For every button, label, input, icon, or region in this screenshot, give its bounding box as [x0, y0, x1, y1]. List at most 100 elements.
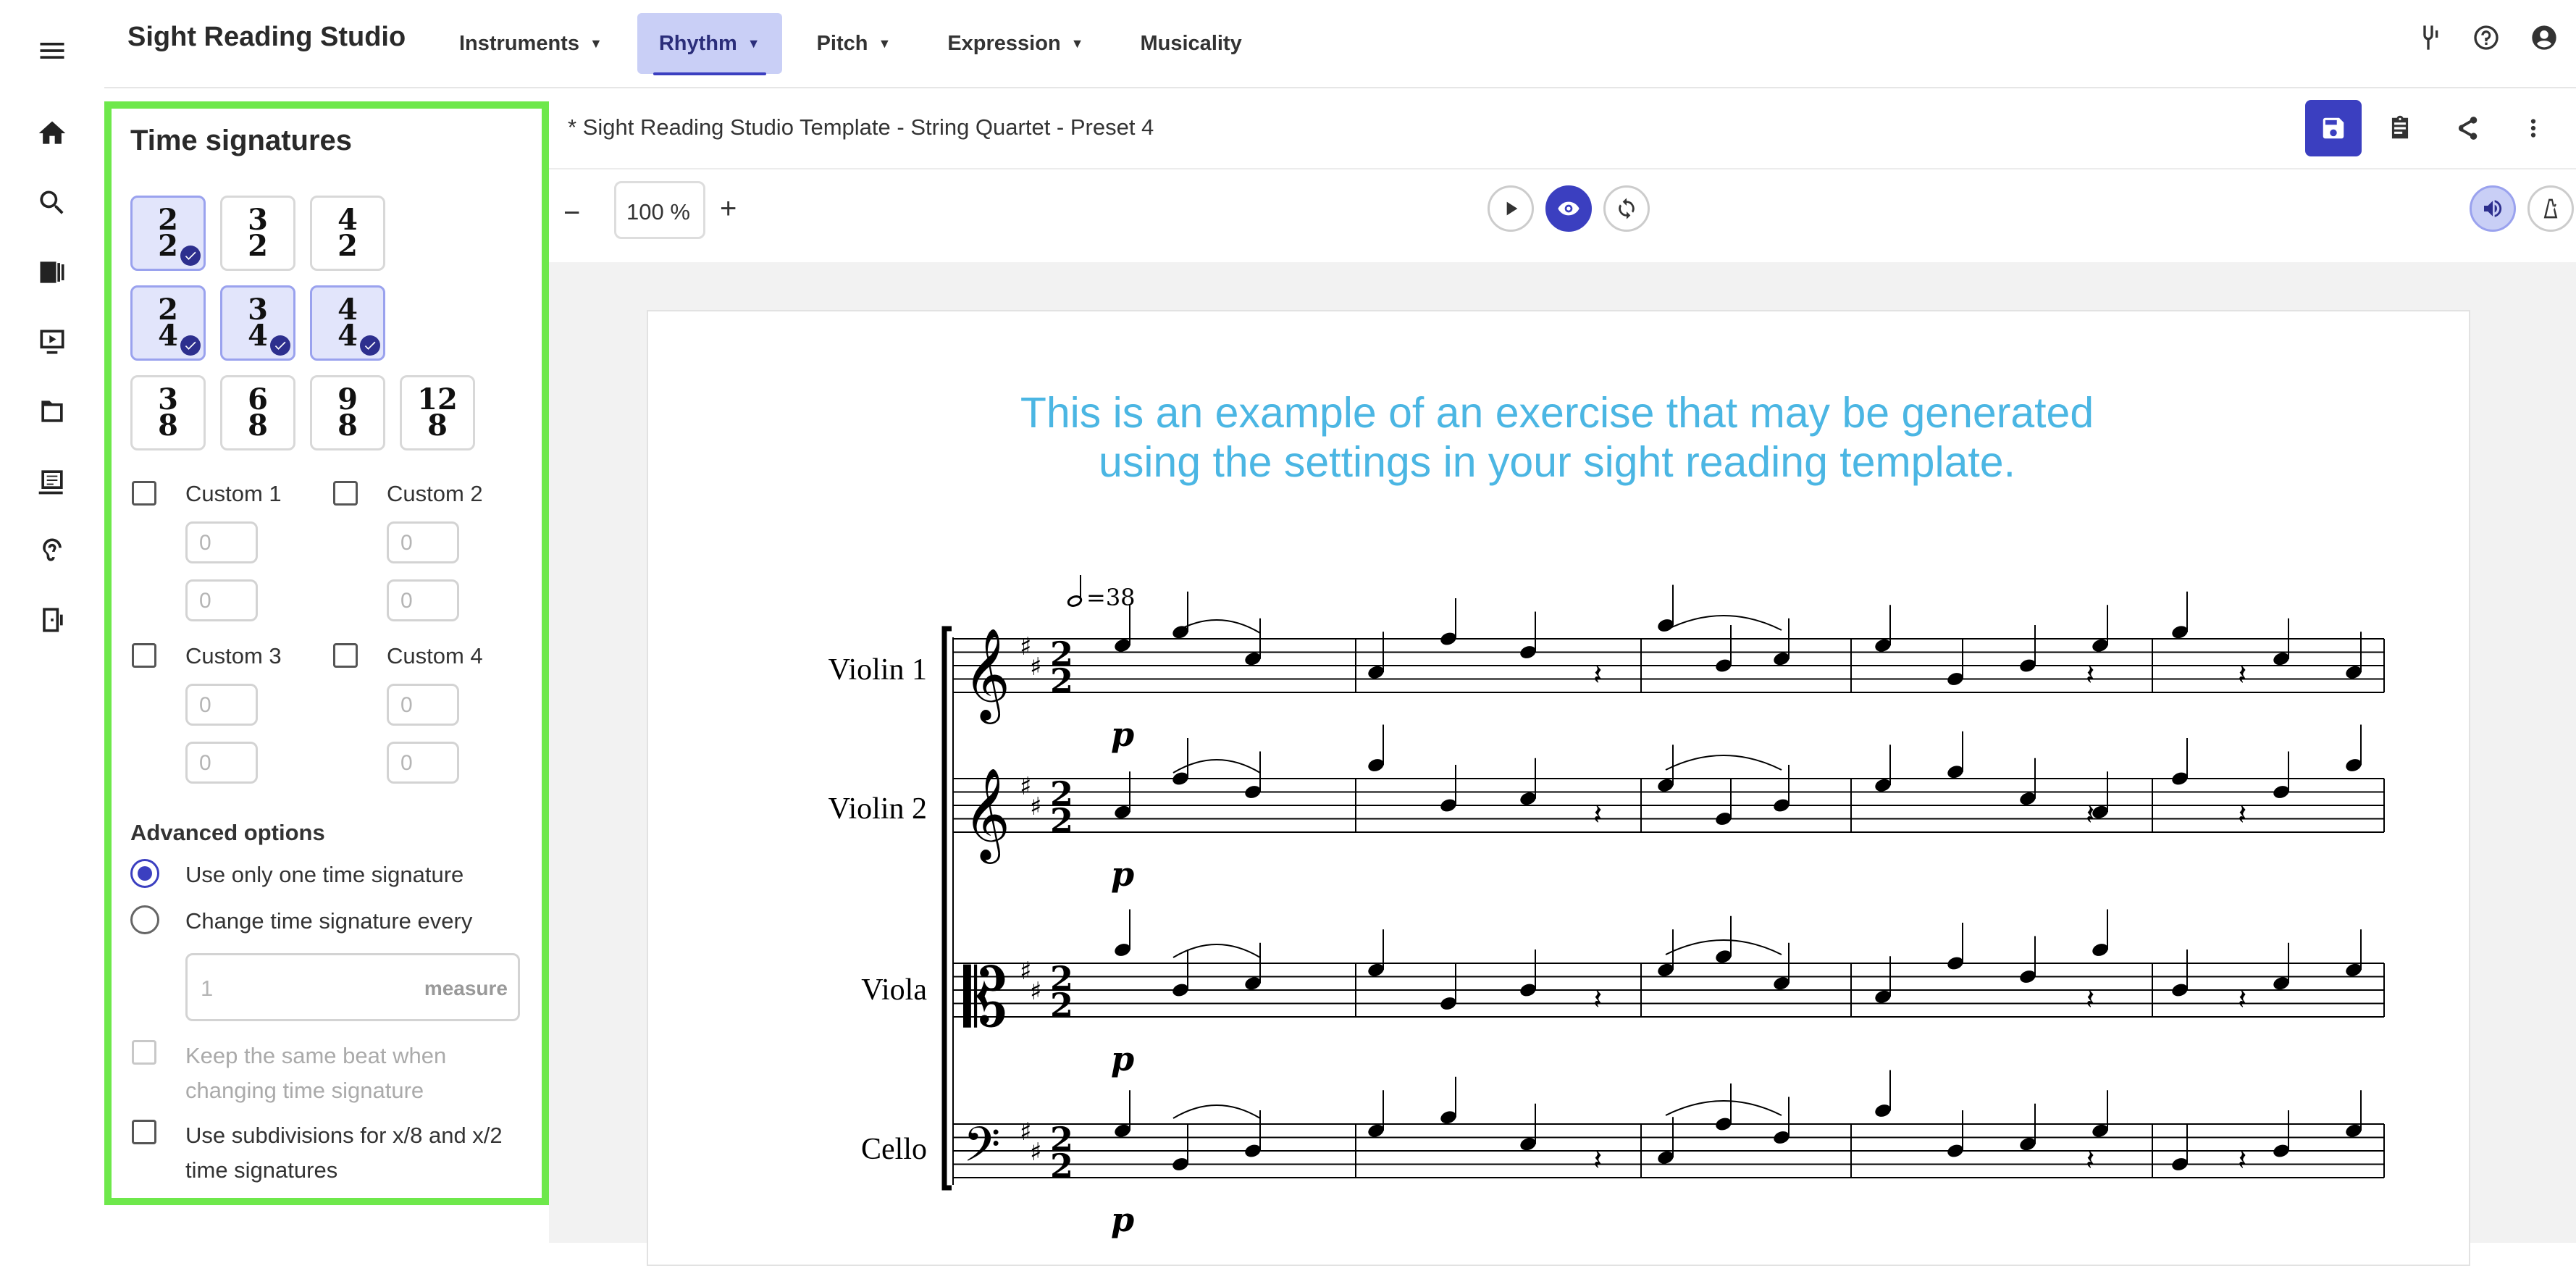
staves [952, 638, 2385, 1178]
change-time-signature-radio[interactable] [130, 905, 159, 934]
time-signature-bottom: 2 [1050, 661, 1073, 700]
one-time-signature-radio[interactable] [130, 859, 159, 888]
clipboard-button[interactable] [2372, 100, 2428, 156]
custom-2-label: Custom 2 [387, 481, 483, 506]
account-icon[interactable] [2530, 23, 2559, 52]
nav-pitch[interactable]: Pitch ▼ [795, 13, 913, 74]
keep-beat-label: Keep the same beat when changing time si… [185, 1043, 447, 1103]
time-signature-9-8[interactable]: 98 [310, 375, 385, 450]
time-signature-bottom: 2 [1050, 801, 1073, 840]
time-signature-bottom: 2 [1050, 1146, 1073, 1186]
custom-2-checkbox[interactable] [333, 481, 358, 506]
caret-down-icon: ▼ [589, 35, 603, 51]
quarter-rest: 𝄽 [2238, 658, 2246, 692]
custom-1-checkbox[interactable] [132, 481, 156, 506]
subdivisions-label: Use subdivisions for x/8 and x/2 time si… [185, 1123, 503, 1183]
change-time-signature-label: Change time signature every [185, 908, 473, 934]
hamburger-menu-icon[interactable] [35, 33, 70, 68]
time-signature-3-8[interactable]: 38 [130, 375, 206, 450]
save-button[interactable] [2305, 100, 2362, 156]
keep-beat-checkbox[interactable] [132, 1040, 156, 1065]
search-icon[interactable] [35, 185, 70, 220]
custom-1-bottom-input[interactable]: 0 [185, 579, 258, 621]
time-signature-4-4[interactable]: 44 [310, 285, 385, 361]
instrument-violin-1: Violin 1 [828, 653, 927, 687]
clef: 𝄞 [963, 627, 1010, 724]
top-bar: Sight Reading Studio Instruments ▼ Rhythm… [104, 0, 2576, 88]
custom-2-bottom-input[interactable]: 0 [387, 579, 459, 621]
ts-bottom: 4 [248, 319, 268, 353]
volume-icon [2484, 200, 2502, 217]
ts-bottom: 8 [337, 408, 358, 443]
folder-icon[interactable] [35, 394, 70, 429]
caret-down-icon: ▼ [878, 35, 891, 51]
sound-toggle-button[interactable] [2470, 185, 2516, 232]
ts-bottom: 2 [337, 229, 358, 263]
share-icon [2458, 117, 2478, 140]
nav-expression[interactable]: Expression ▼ [926, 13, 1105, 74]
ts-bottom: 2 [158, 229, 178, 263]
metronome-icon [2543, 198, 2558, 219]
quarter-rest: 𝄽 [1593, 1144, 1602, 1177]
custom-3-top-input[interactable]: 0 [185, 684, 258, 726]
custom-4-bottom-input[interactable]: 0 [387, 742, 459, 784]
time-signature-2-4[interactable]: 24 [130, 285, 206, 361]
slur [1665, 755, 1782, 771]
left-rail [0, 0, 104, 1243]
quarter-rest: 𝄽 [2238, 1144, 2246, 1177]
custom-3-checkbox[interactable] [132, 643, 156, 668]
sheet-music: =38 Violin 1 Violin 2 Viola Cello 𝄞 ♯♯ 22p… [828, 575, 2385, 1239]
custom-3-bottom-input[interactable]: 0 [185, 742, 258, 784]
play-button[interactable] [1488, 185, 1534, 232]
more-vertical-icon [2530, 119, 2536, 138]
time-signature-2-2[interactable]: 22 [130, 196, 206, 271]
slur [1665, 1100, 1782, 1116]
check-icon [180, 335, 201, 356]
custom-2-top-input[interactable]: 0 [387, 521, 459, 563]
custom-4-top-input[interactable]: 0 [387, 684, 459, 726]
regenerate-button[interactable] [1603, 185, 1650, 232]
zoom-in-button[interactable]: + [720, 193, 737, 225]
nav-expression-label: Expression [947, 31, 1061, 55]
ts-bottom: 2 [248, 229, 268, 263]
metronome-button[interactable] [2527, 185, 2574, 232]
custom-4-checkbox[interactable] [333, 643, 358, 668]
nav-musicality-label: Musicality [1140, 31, 1242, 55]
time-signature-4-2[interactable]: 42 [310, 196, 385, 271]
quarter-rest: 𝄽 [2086, 798, 2094, 831]
nav-musicality[interactable]: Musicality [1119, 13, 1264, 74]
sheet-music-icon[interactable] [35, 464, 70, 498]
panel-title: Time signatures [130, 125, 353, 156]
quarter-rest: 𝄽 [2086, 983, 2094, 1016]
home-icon[interactable] [35, 116, 70, 151]
nav-rhythm[interactable]: Rhythm ▼ [637, 13, 782, 75]
more-button[interactable] [2505, 100, 2562, 156]
measure-count-input[interactable]: 1 measure [185, 953, 520, 1021]
nav-instruments[interactable]: Instruments ▼ [437, 13, 624, 74]
subdivisions-checkbox[interactable] [132, 1120, 156, 1144]
play-video-icon[interactable] [35, 324, 70, 359]
main-nav: Instruments ▼ Rhythm ▼ Pitch ▼ Expression ▼ … [437, 13, 1264, 75]
example-message: This is an example of an exercise that m… [869, 388, 2245, 487]
time-signature-12-8[interactable]: 12 8 [400, 375, 475, 450]
exit-icon[interactable] [35, 603, 70, 637]
custom-1-top-input[interactable]: 0 [185, 521, 258, 563]
dynamic-piano: p [1111, 715, 1134, 754]
view-toggle-button[interactable] [1545, 185, 1592, 232]
zoom-input[interactable]: 100 % [614, 181, 705, 239]
quarter-rest: 𝄽 [1593, 658, 1602, 692]
clef: 𝄞 [963, 767, 1010, 864]
time-signature-3-2[interactable]: 32 [220, 196, 295, 271]
tuning-fork-icon[interactable] [2414, 23, 2443, 52]
help-icon[interactable] [2472, 23, 2501, 52]
quarter-rest: 𝄽 [2238, 983, 2246, 1016]
time-signature-3-4[interactable]: 34 [220, 285, 295, 361]
time-signature-6-8[interactable]: 68 [220, 375, 295, 450]
library-icon[interactable] [35, 255, 70, 290]
zoom-out-button[interactable]: − [563, 197, 580, 230]
share-button[interactable] [2438, 100, 2495, 156]
ear-training-icon[interactable] [35, 533, 70, 568]
example-message-line-2: using the settings in your sight reading… [1099, 438, 2015, 486]
ts-bottom: 4 [337, 319, 358, 353]
quarter-rest: 𝄽 [1593, 983, 1602, 1016]
